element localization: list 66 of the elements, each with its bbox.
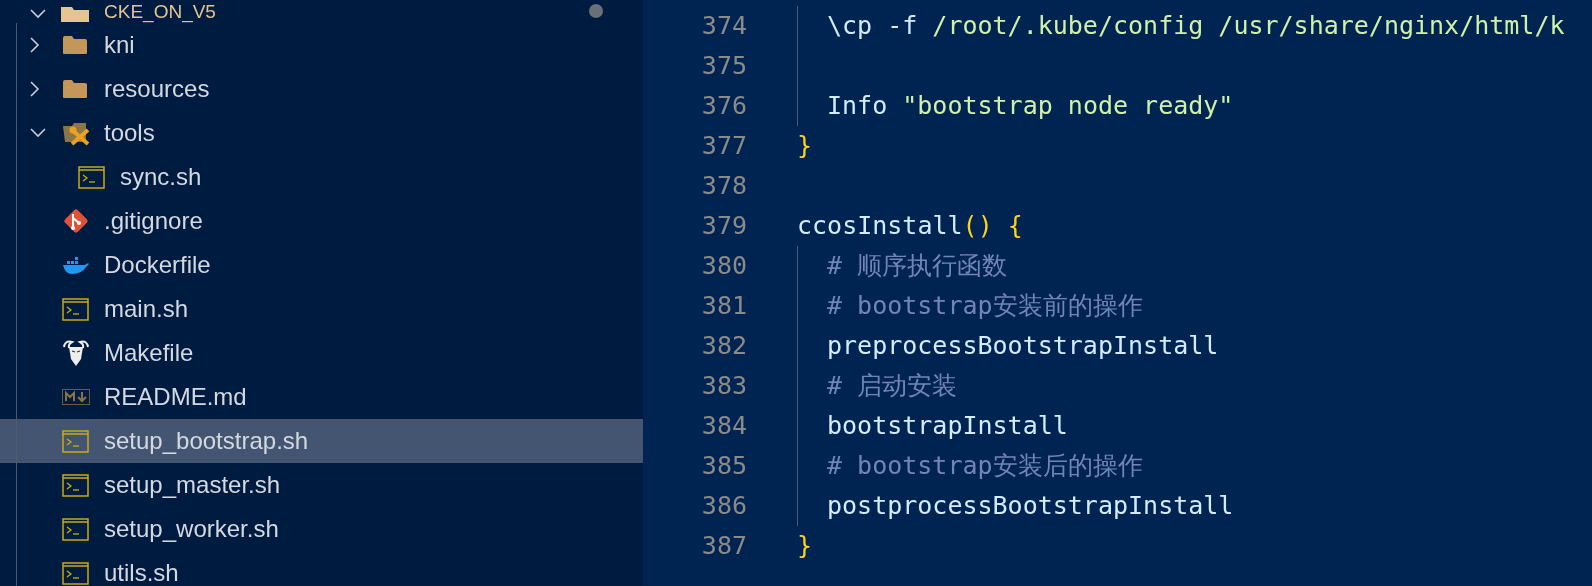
- file-tree-item[interactable]: Dockerfile: [0, 243, 643, 287]
- line-number: 382: [700, 330, 747, 363]
- file-name: utils.sh: [104, 558, 179, 586]
- code-line: Info "bootstrap node ready": [827, 90, 1234, 123]
- line-number: 379: [700, 210, 747, 243]
- file-name: .gitignore: [104, 206, 203, 236]
- code-line: # 启动安装: [827, 370, 958, 403]
- code-line: # bootstrap安装前的操作: [827, 290, 1143, 323]
- line-number: 383: [700, 370, 747, 403]
- file-name: resources: [104, 74, 210, 104]
- line-number: 377: [700, 130, 747, 163]
- code-line: \cp -f /root/.kube/config /usr/share/nginx/html/k: [827, 10, 1565, 43]
- file-name: setup_worker.sh: [104, 514, 279, 544]
- file-tree-item[interactable]: Makefile: [0, 331, 643, 375]
- file-name: setup_master.sh: [104, 470, 281, 500]
- line-number: 380: [700, 250, 747, 283]
- tools-folder-icon: [62, 120, 92, 146]
- code-line: # bootstrap安装后的操作: [827, 450, 1143, 483]
- file-tree-item[interactable]: setup_bootstrap.sh: [0, 419, 643, 463]
- file-tree-item[interactable]: utils.sh: [0, 551, 643, 586]
- file-name: setup_bootstrap.sh: [104, 426, 309, 456]
- file-tree-item[interactable]: tools: [0, 111, 643, 155]
- file-tree-item[interactable]: sync.sh: [0, 155, 643, 199]
- file-name: main.sh: [104, 294, 189, 324]
- terminal-icon: [62, 561, 89, 585]
- gnu-head-icon: [62, 339, 90, 367]
- line-number: 386: [700, 490, 747, 523]
- line-number: 378: [700, 170, 747, 203]
- file-name: Makefile: [104, 338, 194, 368]
- line-number: 384: [700, 410, 747, 443]
- code-line: }: [797, 130, 813, 163]
- markdown-icon: [62, 389, 90, 405]
- file-tree-item[interactable]: README.md: [0, 375, 643, 419]
- code-line: }: [797, 530, 813, 563]
- code-line: postprocessBootstrapInstall: [827, 490, 1234, 523]
- file-name: README.md: [104, 382, 247, 412]
- file-name: tools: [104, 118, 155, 148]
- folder-icon: [62, 35, 88, 55]
- line-number: 381: [700, 290, 747, 323]
- file-tree-item[interactable]: kni: [0, 23, 643, 67]
- folder-icon: [62, 79, 88, 99]
- code-line: # 顺序执行函数: [827, 250, 1008, 283]
- code-line: ccosInstall() {: [797, 210, 1023, 243]
- terminal-icon: [62, 297, 89, 321]
- file-name: sync.sh: [120, 162, 202, 192]
- terminal-icon: [62, 517, 89, 541]
- line-number: 374: [700, 10, 747, 43]
- line-number: 387: [700, 530, 747, 563]
- terminal-icon: [78, 165, 105, 189]
- folder-icon: [60, 5, 90, 23]
- file-tree-item[interactable]: .gitignore: [0, 199, 643, 243]
- folder-name: CKE_ON_V5: [104, 1, 216, 23]
- file-tree-item[interactable]: setup_master.sh: [0, 463, 643, 507]
- file-tree-item[interactable]: resources: [0, 67, 643, 111]
- terminal-icon: [62, 473, 89, 497]
- terminal-icon: [62, 429, 89, 453]
- file-name: kni: [104, 30, 135, 60]
- whale-icon: [62, 255, 90, 275]
- line-number: 385: [700, 450, 747, 483]
- code-line: preprocessBootstrapInstall: [827, 330, 1219, 363]
- line-number: 376: [700, 90, 747, 123]
- line-number: 375: [700, 50, 747, 83]
- file-name: Dockerfile: [104, 250, 211, 280]
- code-line: bootstrapInstall: [827, 410, 1068, 443]
- file-tree-item[interactable]: setup_worker.sh: [0, 507, 643, 551]
- file-tree-item[interactable]: main.sh: [0, 287, 643, 331]
